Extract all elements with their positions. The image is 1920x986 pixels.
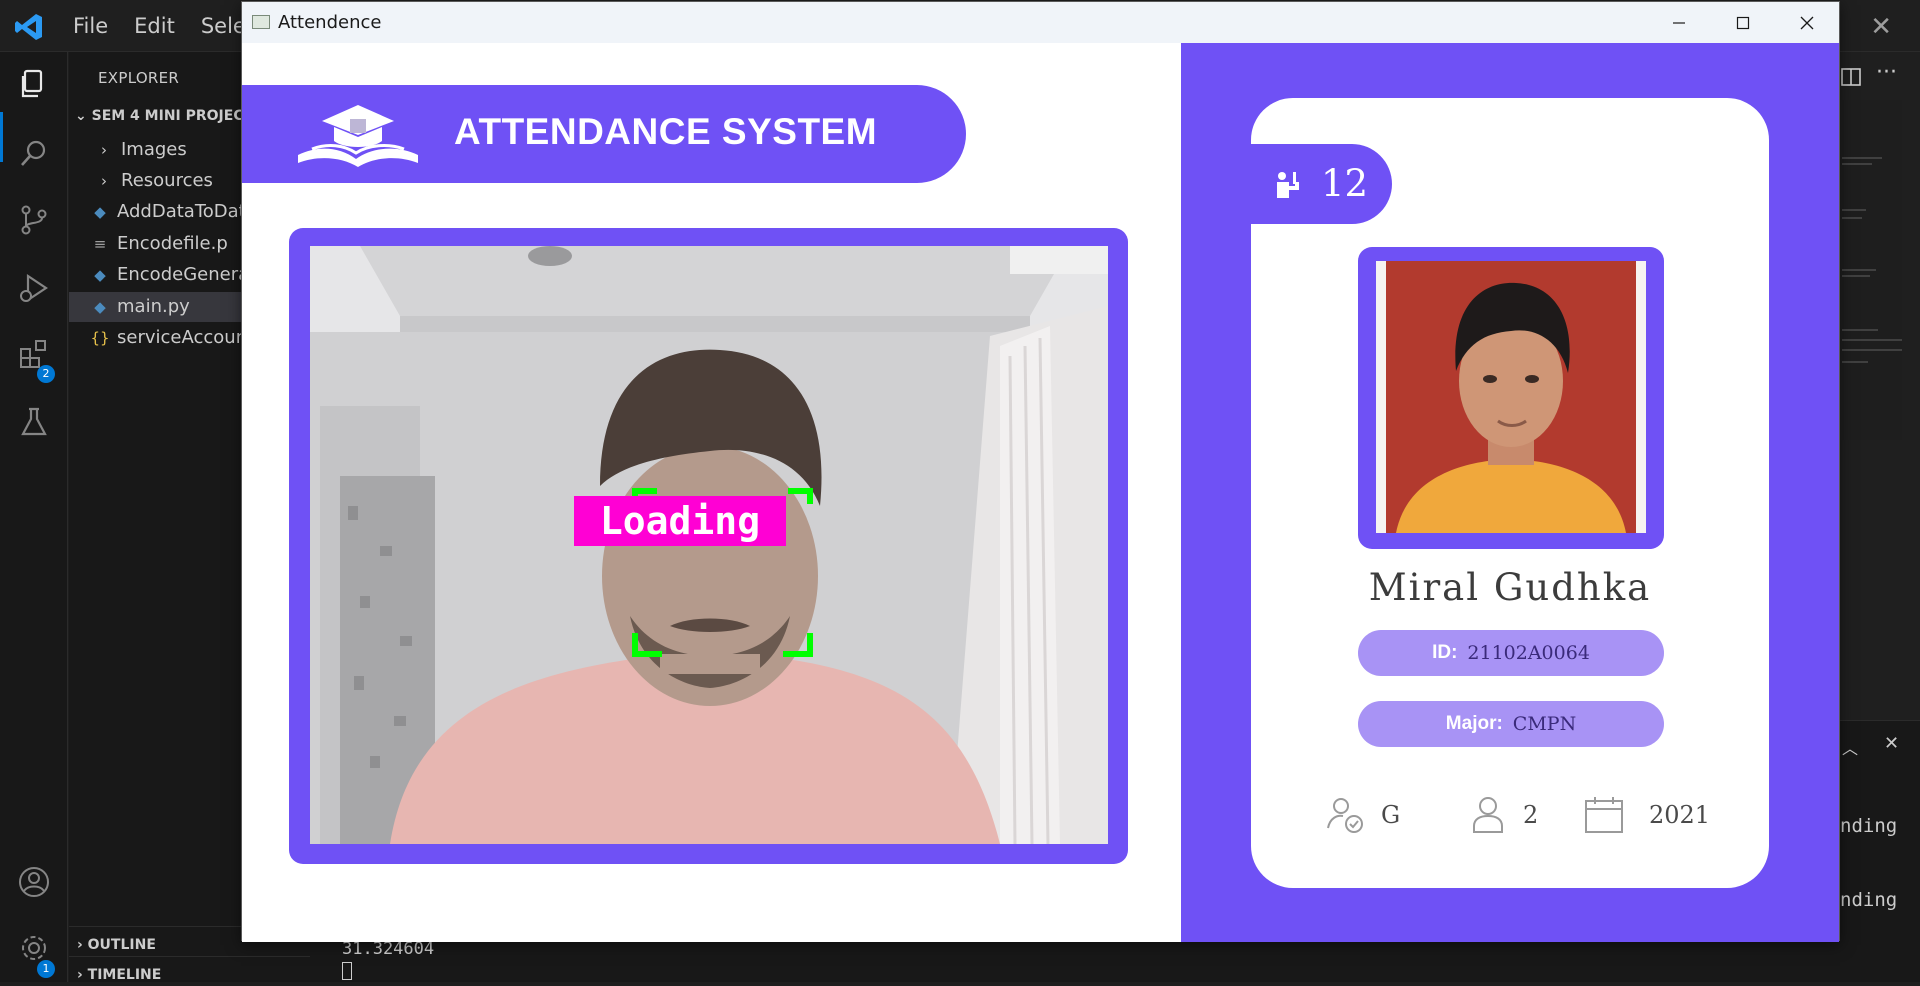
python-file-icon: ◆ — [94, 298, 106, 316]
year-stat: 2 — [1467, 794, 1538, 836]
close-button[interactable] — [1775, 2, 1839, 43]
tree-item-label: Resources — [121, 170, 213, 191]
student-name: Miral Gudhka — [1368, 566, 1652, 609]
close-panel-icon[interactable]: ✕ — [1884, 733, 1899, 754]
loading-status-label: Loading — [599, 499, 761, 543]
tree-item-label: main.py — [117, 296, 190, 317]
outline-label: OUTLINE — [87, 937, 156, 953]
id-label: ID: — [1432, 642, 1458, 663]
minimize-button[interactable] — [1647, 2, 1711, 43]
major-label: Major: — [1445, 713, 1503, 734]
student-id-pill: ID: 21102A0064 — [1358, 630, 1664, 676]
student-major-pill: Major: CMPN — [1358, 701, 1664, 747]
terminal-panel: 31.324604 — [310, 935, 1920, 982]
student-portrait — [1376, 261, 1646, 533]
search-icon[interactable] — [16, 136, 52, 172]
camera-panel: ATTENDANCE SYSTEM Loading — [242, 43, 1181, 942]
python-file-icon: ◆ — [94, 203, 106, 221]
vscode-close-icon[interactable]: ✕ — [1870, 12, 1892, 42]
window-title: Attendence — [278, 12, 382, 33]
terminal-cursor — [342, 962, 352, 980]
panel-text: nding — [1840, 815, 1898, 837]
menu-selection[interactable]: Sele — [201, 14, 246, 38]
window-app-icon — [252, 15, 270, 29]
workspace-folder[interactable]: ⌄ SEM 4 MINI PROJEC — [75, 108, 244, 124]
graduation-book-logo-icon — [298, 105, 418, 167]
camera-frame: Loading — [289, 228, 1128, 864]
text-file-icon: ≡ — [93, 235, 107, 253]
source-control-icon[interactable] — [16, 202, 52, 238]
active-indicator — [0, 112, 3, 162]
chevron-right-icon: › — [101, 141, 107, 159]
maximize-button[interactable] — [1711, 2, 1775, 43]
tree-item-label: Encodefile.p — [117, 233, 228, 254]
starting-year-stat: 2021 — [1583, 794, 1710, 836]
split-editor-icon[interactable] — [1840, 66, 1862, 88]
student-photo — [1376, 261, 1646, 533]
tree-item-label: serviceAccount — [117, 327, 255, 348]
student-photo-frame — [1358, 247, 1664, 549]
attendance-window: Attendence ATTENDANCE SYSTEM Loading 12 … — [241, 1, 1840, 942]
major-value: CMPN — [1512, 713, 1577, 735]
extensions-badge: 2 — [37, 365, 55, 383]
total-attendance-value: 12 — [1321, 162, 1369, 205]
account-icon[interactable] — [16, 864, 52, 900]
minimap — [1842, 100, 1902, 440]
student-panel: 12 Miral Gudhka ID: 21102A0064 Major: CM… — [1181, 43, 1839, 942]
chevron-right-icon: › — [101, 172, 107, 190]
header-banner: ATTENDANCE SYSTEM — [242, 85, 966, 183]
standing-value: G — [1381, 801, 1401, 829]
activity-bar: 2 1 — [0, 52, 68, 982]
panel-right: ︿ ✕ nding nding — [1838, 720, 1920, 982]
testing-flask-icon[interactable] — [16, 404, 52, 440]
panel-text: nding — [1840, 889, 1898, 911]
run-debug-icon[interactable] — [16, 270, 52, 306]
more-actions-icon[interactable]: ··· — [1876, 60, 1897, 85]
timeline-label: TIMELINE — [87, 967, 162, 983]
window-titlebar[interactable]: Attendence — [242, 2, 1839, 43]
explorer-icon[interactable] — [16, 66, 52, 102]
student-card: 12 Miral Gudhka ID: 21102A0064 Major: CM… — [1251, 98, 1769, 888]
menu-edit[interactable]: Edit — [134, 14, 175, 38]
raised-hand-student-icon — [1277, 172, 1299, 198]
json-file-icon: {} — [90, 329, 110, 347]
terminal-output: 31.324604 — [342, 939, 435, 959]
starting-year-value: 2021 — [1649, 801, 1711, 829]
app-content: ATTENDANCE SYSTEM Loading 12 Miral Gudhk… — [242, 43, 1839, 942]
explorer-title: EXPLORER — [98, 69, 180, 87]
user-check-icon — [1327, 798, 1363, 833]
year-value: 2 — [1523, 801, 1539, 829]
close-icon — [1800, 16, 1814, 29]
standing-stat: G — [1325, 794, 1400, 836]
attendance-count-tab: 12 — [1251, 144, 1392, 224]
menu-file[interactable]: File — [73, 14, 108, 38]
vscode-logo-icon — [15, 14, 42, 40]
id-value: 21102A0064 — [1467, 642, 1590, 664]
webcam-feed: Loading — [310, 246, 1108, 844]
tree-item-label: AddDataToData — [117, 201, 257, 222]
maximize-icon — [1736, 16, 1750, 29]
python-file-icon: ◆ — [94, 266, 106, 284]
settings-badge: 1 — [37, 960, 55, 978]
chevron-up-icon[interactable]: ︿ — [1842, 735, 1858, 759]
minimize-icon — [1673, 21, 1685, 24]
user-icon — [1473, 797, 1503, 833]
tree-item-label: Images — [121, 139, 187, 160]
tree-item-label: EncodeGenerat — [117, 264, 257, 285]
calendar-icon — [1585, 797, 1623, 833]
workspace-folder-label: SEM 4 MINI PROJEC — [91, 108, 244, 124]
app-title: ATTENDANCE SYSTEM — [454, 111, 878, 152]
